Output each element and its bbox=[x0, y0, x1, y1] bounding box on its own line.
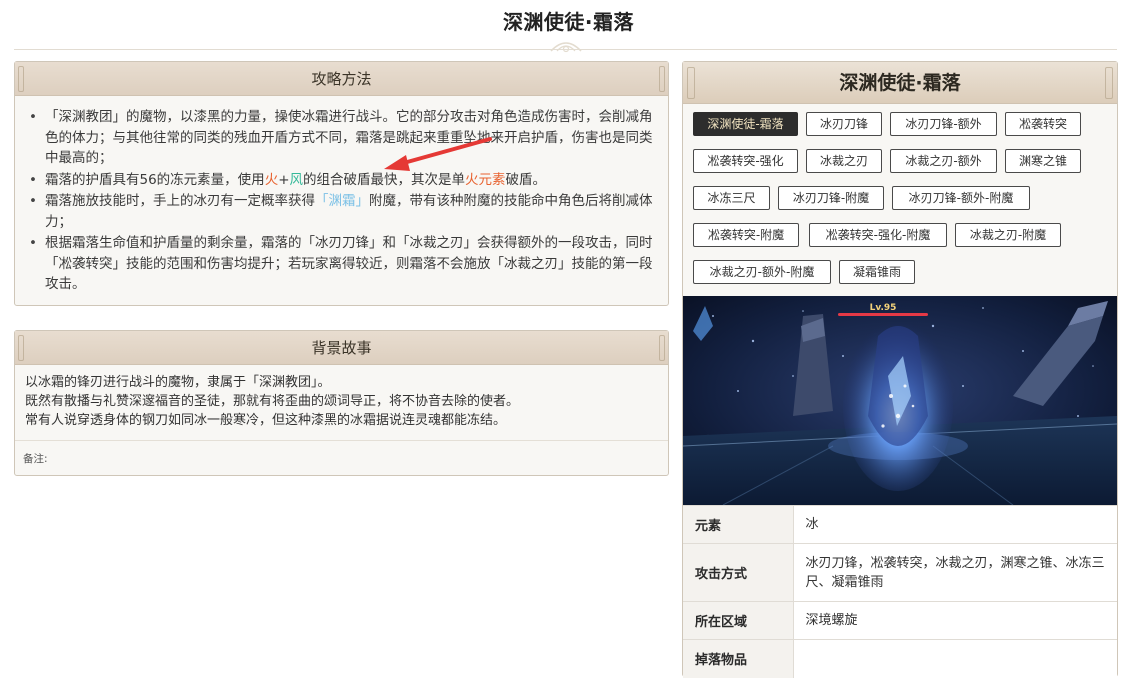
strategy-item: 霜落的护盾具有56的冻元素量，使用火+风的组合破盾最快，其次是单火元素破盾。 bbox=[29, 170, 654, 191]
tab-skill[interactable]: 凇袭转突 bbox=[1005, 112, 1081, 136]
attr-value bbox=[793, 639, 1117, 678]
tab-skill[interactable]: 凇袭转突-附魔 bbox=[693, 223, 799, 247]
corner-ornament-icon bbox=[659, 335, 665, 361]
strategy-item-text: 的组合破盾最快，其次是单 bbox=[303, 171, 465, 188]
wind-element-text: 风 bbox=[289, 171, 304, 188]
corner-ornament-icon bbox=[659, 66, 665, 92]
corner-ornament-icon bbox=[18, 66, 24, 92]
corner-ornament-icon bbox=[18, 335, 24, 361]
lore-line: 以冰霜的锋刃进行战斗的魔物，隶属于「深渊教团」。 bbox=[25, 375, 331, 390]
lore-note: 备注: bbox=[15, 440, 668, 476]
fire-element-link[interactable]: 火元素 bbox=[465, 172, 506, 188]
plus-sign: + bbox=[278, 171, 290, 188]
attr-key: 掉落物品 bbox=[683, 639, 794, 678]
tab-skill[interactable]: 冰刃刀锋 bbox=[806, 112, 882, 136]
strategy-item-text: 破盾。 bbox=[505, 171, 547, 188]
info-card: 深渊使徒·霜落 深渊使徒-霜落 冰刃刀锋 冰刃刀锋-额外 凇袭转突 凇袭转突-强… bbox=[682, 61, 1118, 678]
strategy-item-text: 根据霜落生命值和护盾量的剩余量，霜落的「冰刃刀锋」和「冰裁之刃」会获得额外的一段… bbox=[45, 235, 653, 292]
attr-value: 冰刃刀锋，凇袭转突，冰裁之刃，渊寒之锥、冰冻三尺、凝霜锥雨 bbox=[793, 543, 1117, 602]
lore-line: 常有人说穿透身体的钢刀如同冰一般寒冷，但这种漆黑的冰霜据说连灵魂都能冻结。 bbox=[25, 413, 507, 428]
strategy-item: 根据霜落生命值和护盾量的剩余量，霜落的「冰刃刀锋」和「冰裁之刃」会获得额外的一段… bbox=[29, 233, 654, 295]
strategy-header: 攻略方法 bbox=[15, 62, 668, 96]
strategy-item: 霜落施放技能时，手上的冰刃有一定概率获得「渊霜」附魔，带有该种附魔的技能命中角色… bbox=[29, 191, 654, 232]
tab-skill[interactable]: 冰裁之刃 bbox=[806, 149, 882, 173]
attr-value: 深境螺旋 bbox=[793, 601, 1117, 640]
table-row: 元素 冰 bbox=[683, 505, 1117, 544]
attributes-table: 元素 冰 攻击方式 冰刃刀锋，凇袭转突，冰裁之刃，渊寒之锥、冰冻三尺、凝霜锥雨 … bbox=[683, 505, 1117, 678]
tab-skill[interactable]: 冰裁之刃-附魔 bbox=[955, 223, 1061, 247]
info-title: 深渊使徒·霜落 bbox=[839, 72, 961, 94]
strategy-item-text: 霜落施放技能时，手上的冰刃有一定概率获得 bbox=[45, 193, 315, 209]
tab-skill[interactable]: 冰裁之刃-额外-附魔 bbox=[693, 260, 831, 284]
tab-skill[interactable]: 冰冻三尺 bbox=[693, 186, 770, 210]
lore-header: 背景故事 bbox=[15, 331, 668, 365]
tab-skill[interactable]: 凇袭转突-强化-附魔 bbox=[809, 223, 947, 247]
page-title: 深渊使徒·霜落 bbox=[502, 10, 635, 34]
abyss-frost-link[interactable]: 「渊霜」 bbox=[315, 193, 369, 209]
tab-skill[interactable]: 渊寒之锥 bbox=[1005, 149, 1081, 173]
boss-screenshot: Lv.95 bbox=[683, 296, 1117, 505]
attr-key: 所在区域 bbox=[683, 601, 794, 640]
lore-panel: 背景故事 以冰霜的锋刃进行战斗的魔物，隶属于「深渊教团」。 既然有散播与礼赞深邃… bbox=[14, 330, 669, 476]
lore-body: 以冰霜的锋刃进行战斗的魔物，隶属于「深渊教团」。 既然有散播与礼赞深邃福音的圣徒… bbox=[15, 365, 668, 430]
tab-skill[interactable]: 冰刃刀锋-附魔 bbox=[778, 186, 884, 210]
title-ornament-icon bbox=[550, 42, 582, 53]
table-row: 掉落物品 bbox=[683, 639, 1117, 678]
tab-skill[interactable]: 冰刃刀锋-额外 bbox=[890, 112, 997, 136]
strategy-heading: 攻略方法 bbox=[311, 70, 372, 88]
boss-level-label: Lv.95 bbox=[870, 303, 897, 313]
tab-skill[interactable]: 冰刃刀锋-额外-附魔 bbox=[892, 186, 1030, 210]
corner-ornament-icon bbox=[687, 67, 695, 99]
attr-key: 攻击方式 bbox=[683, 543, 794, 602]
fire-element-text: 火 bbox=[264, 171, 279, 188]
strategy-item-text: 「深渊教团」的魔物，以漆黑的力量，操使冰霜进行战斗。它的部分攻击对角色造成伤害时… bbox=[45, 109, 653, 166]
info-header: 深渊使徒·霜落 bbox=[683, 62, 1117, 104]
strategy-list: 「深渊教团」的魔物，以漆黑的力量，操使冰霜进行战斗。它的部分攻击对角色造成伤害时… bbox=[15, 96, 668, 295]
strategy-panel: 攻略方法 「深渊教团」的魔物，以漆黑的力量，操使冰霜进行战斗。它的部分攻击对角色… bbox=[14, 61, 669, 306]
corner-ornament-icon bbox=[1105, 67, 1113, 99]
tab-skill[interactable]: 凝霜锥雨 bbox=[839, 260, 915, 284]
table-row: 攻击方式 冰刃刀锋，凇袭转突，冰裁之刃，渊寒之锥、冰冻三尺、凝霜锥雨 bbox=[683, 543, 1117, 602]
tab-skill[interactable]: 凇袭转突-强化 bbox=[693, 149, 798, 173]
strategy-item: 「深渊教团」的魔物，以漆黑的力量，操使冰霜进行战斗。它的部分攻击对角色造成伤害时… bbox=[29, 107, 654, 169]
attr-value: 冰 bbox=[793, 505, 1117, 544]
table-row: 所在区域 深境螺旋 bbox=[683, 601, 1117, 640]
tab-skill[interactable]: 冰裁之刃-额外 bbox=[890, 149, 997, 173]
lore-line: 既然有散播与礼赞深邃福音的圣徒，那就有将歪曲的颂词导正，将不协音去除的使者。 bbox=[25, 394, 520, 409]
attr-key: 元素 bbox=[683, 505, 794, 544]
lore-heading: 背景故事 bbox=[311, 339, 372, 357]
strategy-item-text: 霜落的护盾具有56的冻元素量，使用 bbox=[45, 171, 265, 188]
tab-abyss-herald-frost[interactable]: 深渊使徒-霜落 bbox=[693, 112, 798, 136]
